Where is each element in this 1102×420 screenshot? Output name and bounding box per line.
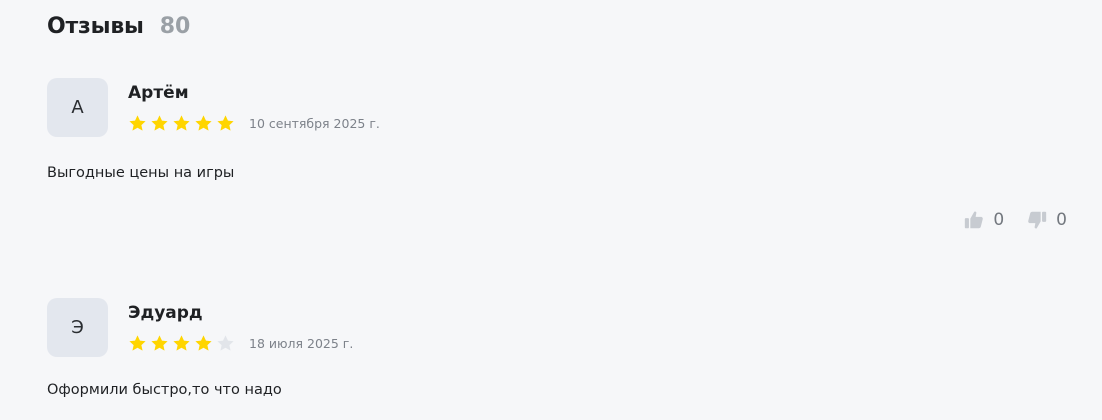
- reviews-title: Отзывы: [47, 14, 144, 39]
- review-date: 10 сентября 2025 г.: [249, 116, 380, 131]
- star-icon: [217, 115, 234, 131]
- like-count: 0: [993, 210, 1005, 230]
- star-icon: [217, 335, 234, 351]
- review-author: Эдуард: [128, 303, 203, 323]
- dislike-button[interactable]: 0: [1026, 209, 1067, 231]
- review-meta: 10 сентября 2025 г.: [128, 114, 380, 133]
- avatar: А: [47, 78, 108, 137]
- star-icon: [173, 335, 190, 351]
- thumbs-up-icon: [963, 209, 985, 231]
- reviews-count: 80: [159, 14, 191, 39]
- review-text: Выгодные цены на игры: [47, 165, 235, 181]
- avatar: Э: [47, 298, 108, 357]
- rating-stars: [128, 334, 235, 353]
- star-icon: [195, 335, 212, 351]
- star-icon: [129, 115, 146, 131]
- rating-stars: [128, 114, 235, 133]
- thumbs-down-icon: [1026, 209, 1048, 231]
- review-author: Артём: [128, 83, 189, 103]
- star-icon: [129, 335, 146, 351]
- reviews-header: Отзывы 80: [47, 14, 190, 39]
- star-icon: [173, 115, 190, 131]
- star-icon: [195, 115, 212, 131]
- review-text: Оформили быстро,то что надо: [47, 382, 282, 398]
- review-meta: 18 июля 2025 г.: [128, 334, 353, 353]
- review-date: 18 июля 2025 г.: [249, 336, 354, 351]
- like-button[interactable]: 0: [963, 209, 1004, 231]
- star-icon: [151, 335, 168, 351]
- review-votes: 0 0: [963, 209, 1067, 231]
- star-icon: [151, 115, 168, 131]
- dislike-count: 0: [1056, 210, 1067, 230]
